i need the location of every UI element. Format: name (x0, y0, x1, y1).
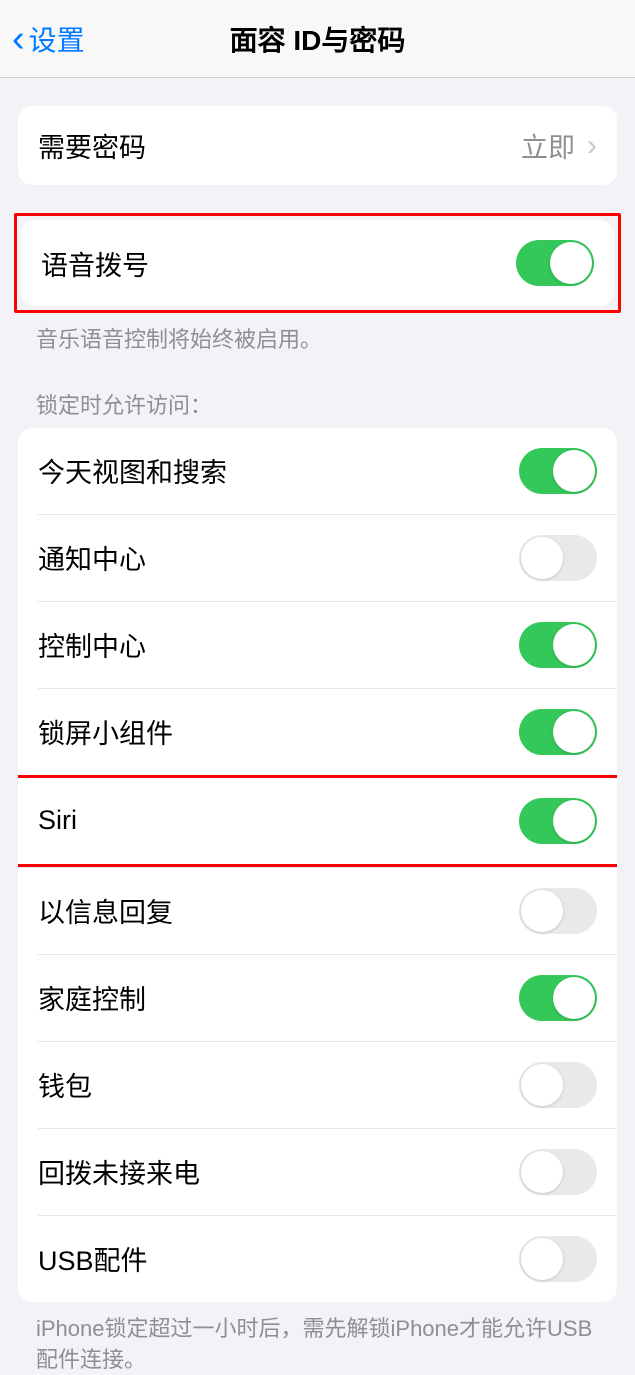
toggle-knob (553, 977, 595, 1019)
allow-access-group: 今天视图和搜索通知中心控制中心锁屏小组件 Siri 以信息回复家庭控制钱包回拨未接来… (18, 428, 617, 1302)
allow-access-label: 控制中心 (38, 625, 146, 664)
allow-access-label: 回拨未接来电 (38, 1152, 200, 1191)
allow-access-row: 锁屏小组件 (38, 688, 617, 775)
require-passcode-row[interactable]: 需要密码 立即 › (18, 106, 617, 185)
chevron-right-icon: › (587, 129, 597, 163)
highlight-box-siri: Siri (18, 775, 617, 867)
allow-access-row: 以信息回复 (18, 867, 617, 954)
nav-header: ‹ 设置 面容 ID与密码 (0, 0, 635, 78)
allow-access-toggle-4[interactable] (519, 798, 597, 844)
require-passcode-label: 需要密码 (38, 126, 146, 165)
toggle-knob (521, 1151, 563, 1193)
allow-access-toggle-6[interactable] (519, 975, 597, 1021)
toggle-knob (521, 890, 563, 932)
toggle-knob (521, 537, 563, 579)
allow-access-label: 今天视图和搜索 (38, 451, 227, 490)
allow-access-label: 以信息回复 (38, 891, 173, 930)
allow-access-label: USB配件 (38, 1239, 148, 1278)
toggle-knob (550, 242, 592, 284)
voice-dial-toggle[interactable] (516, 240, 594, 286)
allow-access-row: 钱包 (38, 1041, 617, 1128)
toggle-knob (521, 1064, 563, 1106)
allow-access-toggle-7[interactable] (519, 1062, 597, 1108)
usb-footer: iPhone锁定超过一小时后，需先解锁iPhone才能允许USB配件连接。 (0, 1302, 635, 1375)
require-passcode-group: 需要密码 立即 › (18, 106, 617, 185)
allow-access-label: 通知中心 (38, 538, 146, 577)
voice-dial-row: 语音拨号 (21, 220, 614, 306)
highlight-box-voice-dial: 语音拨号 (14, 213, 621, 313)
allow-access-row: 回拨未接来电 (38, 1128, 617, 1215)
allow-access-row: 控制中心 (38, 601, 617, 688)
voice-dial-label: 语音拨号 (41, 244, 149, 283)
allow-access-header: 锁定时允许访问： (0, 356, 635, 428)
allow-access-toggle-9[interactable] (519, 1236, 597, 1282)
toggle-knob (553, 450, 595, 492)
allow-access-toggle-8[interactable] (519, 1149, 597, 1195)
require-passcode-value: 立即 › (521, 126, 597, 165)
back-button[interactable]: ‹ 设置 (0, 19, 85, 59)
back-label: 设置 (29, 19, 85, 59)
allow-access-toggle-1[interactable] (519, 535, 597, 581)
toggle-knob (553, 624, 595, 666)
page-title: 面容 ID与密码 (230, 19, 406, 59)
allow-access-row: 今天视图和搜索 (18, 428, 617, 514)
allow-access-label: 锁屏小组件 (38, 712, 173, 751)
allow-access-toggle-5[interactable] (519, 888, 597, 934)
allow-access-label: Siri (38, 805, 77, 836)
allow-access-row: 家庭控制 (38, 954, 617, 1041)
allow-access-row: 通知中心 (38, 514, 617, 601)
allow-access-label: 家庭控制 (38, 978, 146, 1017)
allow-access-toggle-2[interactable] (519, 622, 597, 668)
voice-dial-footer: 音乐语音控制将始终被启用。 (0, 313, 635, 356)
toggle-knob (553, 800, 595, 842)
allow-access-row: Siri (18, 778, 617, 864)
allow-access-toggle-3[interactable] (519, 709, 597, 755)
allow-access-label: 钱包 (38, 1065, 92, 1104)
toggle-knob (553, 711, 595, 753)
allow-access-toggle-0[interactable] (519, 448, 597, 494)
allow-access-row: USB配件 (38, 1215, 617, 1302)
chevron-left-icon: ‹ (12, 20, 25, 58)
toggle-knob (521, 1238, 563, 1280)
